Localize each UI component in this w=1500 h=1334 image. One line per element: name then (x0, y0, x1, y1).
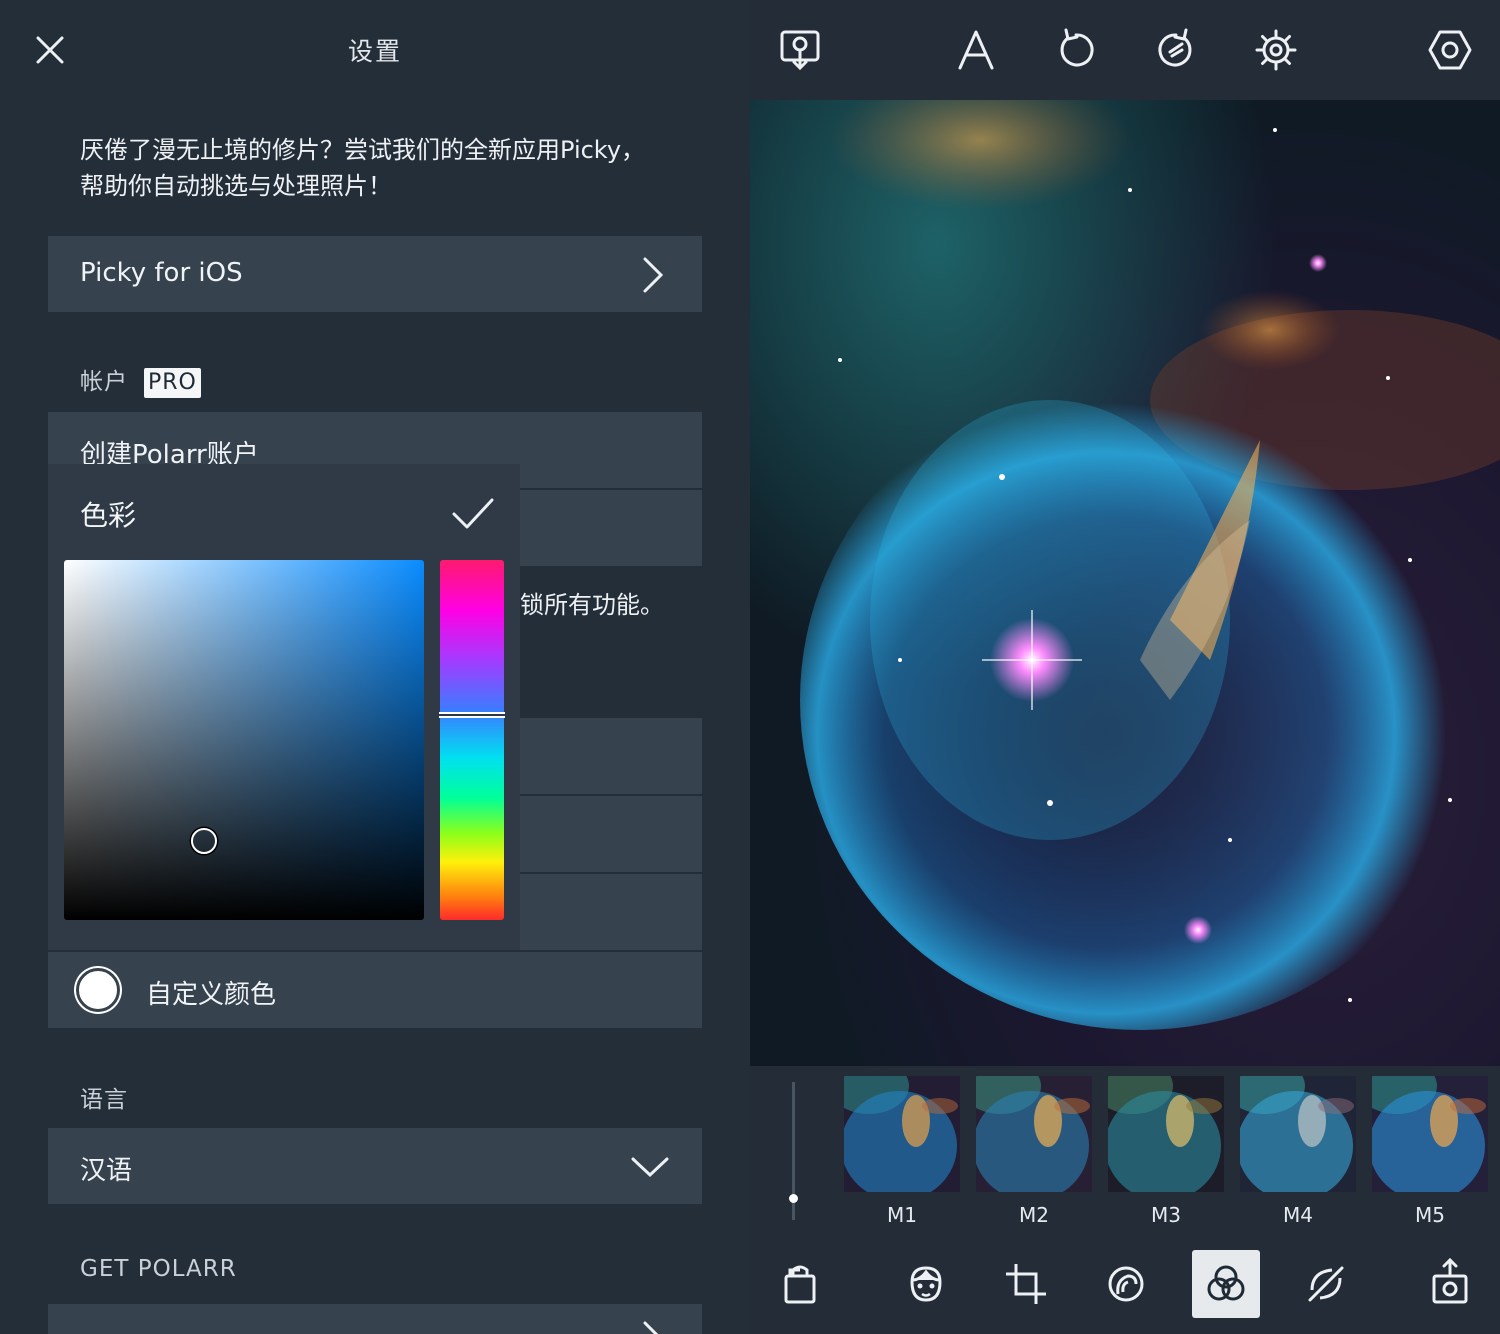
checkmark-icon[interactable] (450, 494, 496, 534)
picky-promo-text: 厌倦了漫无止境的修片？尝试我们的全新应用Picky， 帮助你自动挑选与处理照片！ (80, 132, 700, 204)
unlock-description: 锁所有功能。 (520, 591, 664, 619)
chevron-right-icon (643, 1321, 659, 1334)
filter-thumbnail-m3[interactable] (1108, 1076, 1224, 1192)
photo-canvas[interactable] (750, 100, 1500, 1066)
filter-label-m2: M2 (1019, 1203, 1049, 1227)
export-icon (1432, 1257, 1468, 1304)
filters-bag-icon (784, 1265, 816, 1304)
filter-label-m5: M5 (1415, 1203, 1445, 1227)
language-section-header: 语言 (80, 1087, 128, 1113)
account-section-label: 帐户 (80, 369, 128, 395)
settings-gear-icon[interactable] (1252, 26, 1300, 74)
face-button[interactable] (896, 1254, 956, 1314)
color-circles-icon (1207, 1265, 1245, 1301)
retouch-button[interactable] (1096, 1254, 1156, 1314)
promo-line-2: 帮助你自动挑选与处理照片！ (80, 172, 392, 200)
get-polarr-row[interactable] (48, 1304, 702, 1334)
page-title: 设置 (347, 37, 402, 66)
filter-thumbnail-m5[interactable] (1372, 1076, 1488, 1192)
export-button[interactable] (1420, 1254, 1480, 1314)
retouch-icon (1108, 1266, 1144, 1302)
filter-thumbnail-m1[interactable] (844, 1076, 960, 1192)
pro-badge: PRO (144, 368, 201, 398)
color-circles-button[interactable] (1196, 1254, 1256, 1314)
import-photo-icon[interactable] (776, 26, 824, 74)
undo-icon[interactable] (1052, 26, 1100, 74)
language-value: 汉语 (80, 1156, 133, 1186)
hue-slider[interactable] (439, 560, 505, 920)
crop-button[interactable] (996, 1254, 1056, 1314)
color-picker-knob[interactable] (191, 827, 218, 854)
filter-strip: M1 M2 M3 M4 M5 (750, 1066, 1500, 1236)
filter-label-m1: M1 (887, 1203, 917, 1227)
filter-thumbnail-m4[interactable] (1240, 1076, 1356, 1192)
chevron-right-icon (643, 257, 664, 293)
brush-button[interactable] (1296, 1254, 1356, 1314)
language-dropdown[interactable]: 汉语 (48, 1128, 702, 1204)
custom-color-label: 自定义颜色 (146, 980, 277, 1010)
options-hexagon-icon[interactable] (1426, 26, 1474, 74)
nebula-photo (750, 100, 1500, 1066)
filter-thumbnail-m2[interactable] (976, 1076, 1092, 1192)
brush-icon (1308, 1266, 1344, 1302)
filter-intensity-handle[interactable] (789, 1194, 798, 1203)
custom-color-row[interactable]: 自定义颜色 (48, 952, 702, 1028)
filters-bag-button[interactable] (770, 1254, 830, 1314)
hue-slider-handle[interactable] (439, 711, 505, 718)
custom-color-swatch[interactable] (76, 968, 120, 1012)
text-icon[interactable] (952, 26, 1000, 74)
filter-label-m4: M4 (1283, 1203, 1313, 1227)
crop-icon (1006, 1264, 1046, 1304)
photo-editor: M1 M2 M3 M4 M5 (750, 0, 1500, 1334)
color-picker-popover: 色彩 (48, 464, 520, 950)
promo-line-1: 厌倦了漫无止境的修片？尝试我们的全新应用Picky， (80, 136, 646, 164)
chevron-down-icon (631, 1157, 669, 1178)
face-icon (910, 1266, 942, 1302)
color-picker-title: 色彩 (80, 499, 137, 532)
account-section-header: 帐户 PRO (80, 362, 201, 398)
picky-ios-label: Picky for iOS (80, 258, 243, 288)
saturation-brightness-picker[interactable] (64, 560, 424, 920)
settings-panel: 设置 厌倦了漫无止境的修片？尝试我们的全新应用Picky， 帮助你自动挑选与处理… (0, 0, 750, 1334)
get-polarr-section-header: GET POLARR (80, 1256, 237, 1282)
redo-icon[interactable] (1152, 26, 1200, 74)
filter-label-m3: M3 (1151, 1203, 1181, 1227)
picky-ios-link[interactable]: Picky for iOS (48, 236, 702, 312)
